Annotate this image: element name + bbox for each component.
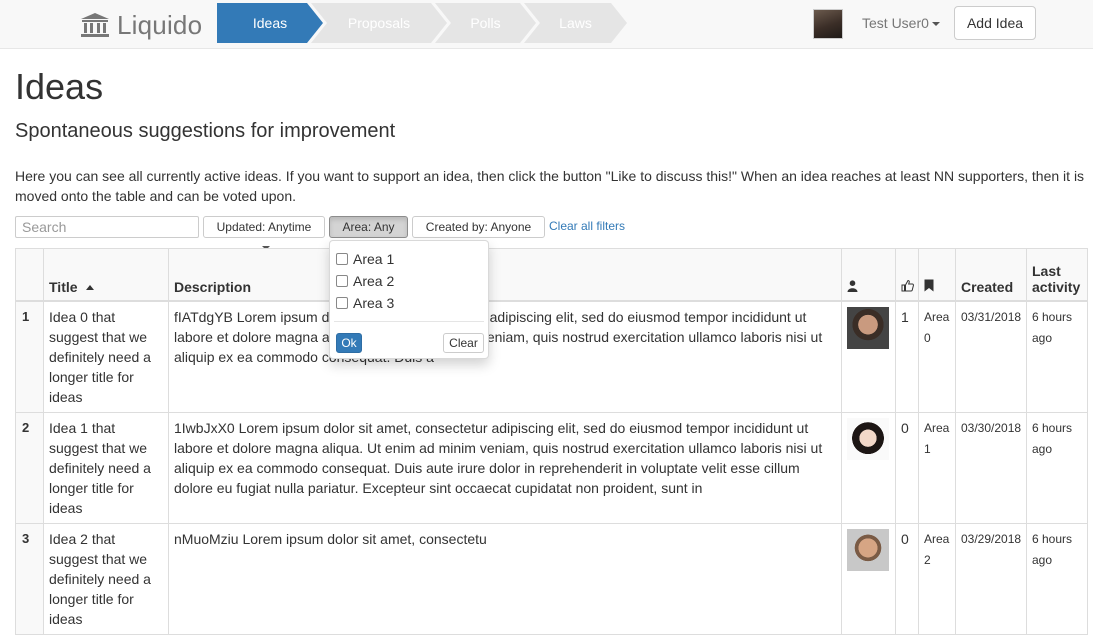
- idea-area: Area 1: [918, 411, 956, 524]
- updated-filter-button[interactable]: Updated: Anytime: [203, 216, 325, 250]
- author-avatar-cell: [841, 411, 896, 524]
- idea-last-activity: 6 hours ago: [1026, 411, 1088, 524]
- idea-created-date: 03/29/2018: [955, 522, 1027, 635]
- author-avatar-cell: [841, 522, 896, 635]
- area-filter-dropdown: Area 1 Area 2 Area 3 Ok Clear: [329, 240, 489, 359]
- area-option-label: Area 2: [353, 273, 395, 289]
- user-name: Test User0: [862, 15, 929, 31]
- idea-title[interactable]: Idea 0 that suggest that we definitely n…: [43, 300, 169, 413]
- author-avatar[interactable]: [847, 306, 889, 349]
- idea-area: Area 2: [918, 522, 956, 635]
- author-avatar-cell: [841, 300, 896, 413]
- nav-tabs: Ideas Proposals Polls Laws: [217, 3, 615, 43]
- table-row[interactable]: 3 Idea 2 that suggest that we definitely…: [15, 522, 1088, 635]
- sort-ascending-icon: [85, 285, 94, 291]
- created-by-filter-button[interactable]: Created by: Anyone: [412, 216, 545, 250]
- user-avatar[interactable]: [813, 9, 843, 39]
- row-index: 1: [15, 300, 44, 413]
- header-created[interactable]: Created: [955, 248, 1027, 302]
- intro-text: Here you can see all currently active id…: [15, 168, 1085, 204]
- ideas-table: Title Description Created Last activity …: [15, 248, 1088, 635]
- brand-name: Liquido: [117, 9, 203, 40]
- idea-description: nMuoMziu Lorem ipsum dolor sit amet, con…: [168, 522, 842, 635]
- idea-title[interactable]: Idea 2 that suggest that we definitely n…: [43, 522, 169, 635]
- idea-description: 1IwbJxX0 Lorem ipsum dolor sit amet, con…: [168, 411, 842, 524]
- table-row[interactable]: 2 Idea 1 that suggest that we definitely…: [15, 411, 1088, 524]
- table-row[interactable]: 1 Idea 0 that suggest that we definitely…: [15, 300, 1088, 413]
- header-author[interactable]: [841, 248, 896, 302]
- page-title: Ideas: [15, 66, 104, 107]
- idea-created-date: 03/30/2018: [955, 411, 1027, 524]
- tab-proposals[interactable]: Proposals: [311, 3, 447, 43]
- area-clear-button[interactable]: Clear: [443, 333, 484, 353]
- area-2-checkbox[interactable]: [336, 275, 348, 287]
- user-menu[interactable]: Test User0: [862, 15, 940, 31]
- clear-all-filters-link[interactable]: Clear all filters: [549, 219, 625, 233]
- header-index: [15, 248, 44, 302]
- brand[interactable]: Liquido: [80, 8, 202, 42]
- area-filter-button[interactable]: Area: Any: [329, 216, 408, 250]
- top-navbar: Liquido Ideas Proposals Polls Laws Test …: [0, 0, 1093, 49]
- idea-last-activity: 6 hours ago: [1026, 522, 1088, 635]
- idea-created-date: 03/31/2018: [955, 300, 1027, 413]
- thumbs-up-icon: [901, 279, 914, 291]
- idea-area: Area 0: [918, 300, 956, 413]
- area-1-checkbox[interactable]: [336, 253, 348, 265]
- row-index: 3: [15, 522, 44, 635]
- area-option-label: Area 1: [353, 251, 395, 267]
- header-last-activity[interactable]: Last activity: [1026, 248, 1088, 302]
- tab-polls[interactable]: Polls: [435, 3, 536, 43]
- caret-down-icon: [931, 22, 940, 27]
- area-option-1[interactable]: Area 1: [336, 251, 394, 267]
- page-subtitle: Spontaneous suggestions for improvement: [15, 120, 396, 142]
- area-option-2[interactable]: Area 2: [336, 273, 394, 289]
- area-option-label: Area 3: [353, 295, 395, 311]
- area-filter-label: Area: Any: [342, 220, 395, 234]
- add-idea-button[interactable]: Add Idea: [954, 6, 1036, 40]
- tab-ideas[interactable]: Ideas: [217, 3, 323, 43]
- like-count: 1: [895, 300, 919, 413]
- header-title-label: Title: [49, 278, 78, 295]
- idea-title[interactable]: Idea 1 that suggest that we definitely n…: [43, 411, 169, 524]
- row-index: 2: [15, 411, 44, 524]
- like-count: 0: [895, 522, 919, 635]
- header-title[interactable]: Title: [43, 248, 169, 302]
- user-icon: [847, 279, 858, 292]
- updated-filter-label: Updated: Anytime: [216, 220, 312, 234]
- dropdown-divider: [334, 321, 484, 322]
- header-likes[interactable]: [895, 248, 919, 302]
- idea-last-activity: 6 hours ago: [1026, 300, 1088, 413]
- tab-laws[interactable]: Laws: [524, 3, 627, 43]
- bookmark-icon: [924, 279, 934, 291]
- area-ok-button[interactable]: Ok: [336, 333, 362, 353]
- search-input[interactable]: [15, 216, 199, 238]
- header-area[interactable]: [918, 248, 956, 302]
- ideas-table-container: Title Description Created Last activity …: [15, 248, 1088, 635]
- area-3-checkbox[interactable]: [336, 297, 348, 309]
- author-avatar[interactable]: [847, 417, 889, 460]
- created-by-filter-label: Created by: Anyone: [425, 220, 532, 234]
- like-count: 0: [895, 411, 919, 524]
- header-description[interactable]: Description: [168, 248, 842, 302]
- area-option-3[interactable]: Area 3: [336, 295, 394, 311]
- table-header-row: Title Description Created Last activity: [15, 248, 1088, 302]
- author-avatar[interactable]: [847, 528, 889, 571]
- idea-description: fIATdgYB Lorem ipsum dolor sit amet, con…: [168, 300, 842, 413]
- bank-icon: [81, 13, 109, 37]
